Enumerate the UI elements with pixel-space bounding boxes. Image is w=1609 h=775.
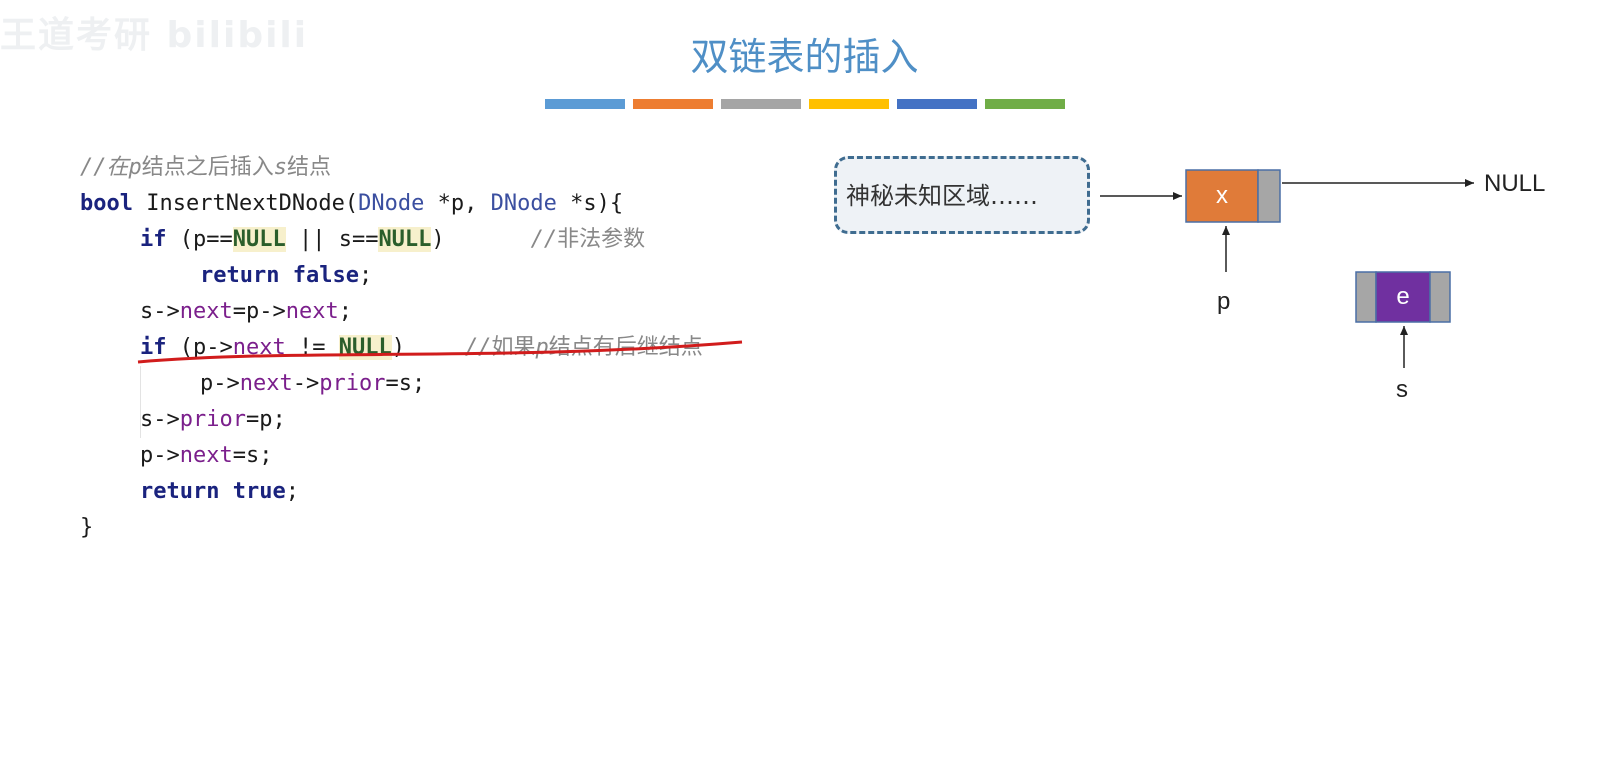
null-label: NULL [1484, 170, 1546, 197]
pointer-s-label: s [1396, 376, 1408, 403]
diagram-svg [1100, 169, 1474, 368]
node-x-label: x [1216, 182, 1228, 209]
node-x-next-field [1257, 169, 1281, 223]
node-e-next-field [1429, 271, 1451, 323]
node-e-prior-field [1355, 271, 1377, 323]
node-e-label: e [1396, 283, 1410, 310]
pointer-p-label: p [1217, 288, 1231, 315]
